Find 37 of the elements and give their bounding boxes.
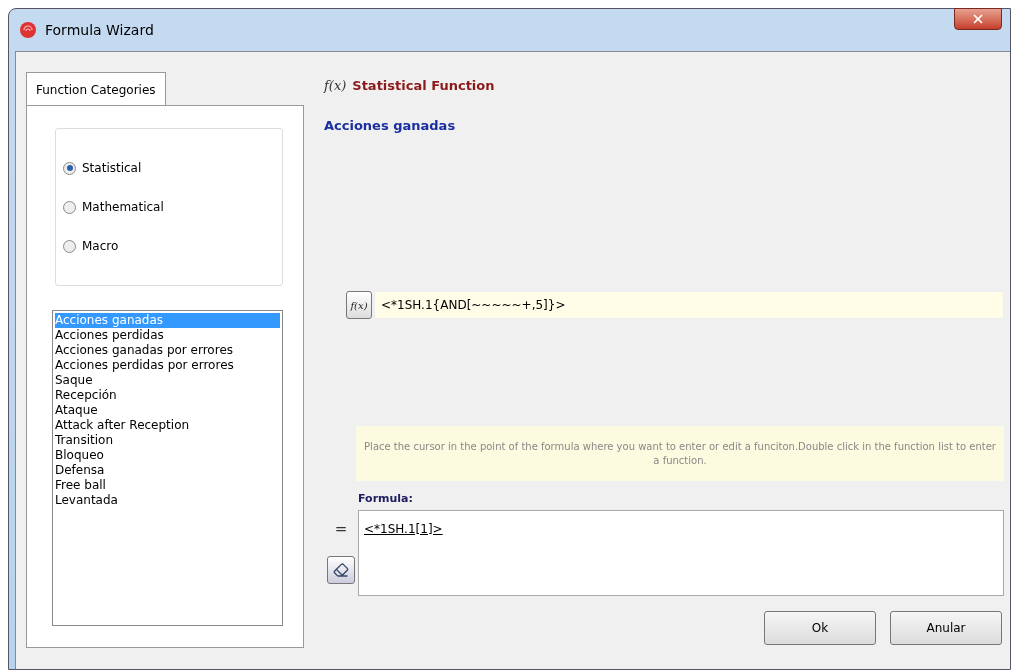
tab[interactable]: Function Categories: [26, 72, 166, 106]
section-title: Statistical Function: [352, 77, 495, 95]
radio-button[interactable]: [63, 239, 76, 253]
function-field[interactable]: <*1SH.1{AND[~~~~~+,5]}>: [374, 291, 1004, 319]
function-list-item[interactable]: Free ball: [55, 478, 280, 493]
eraser-button[interactable]: [327, 556, 355, 584]
formula-label: Formula:: [358, 491, 413, 507]
function-list-item[interactable]: Acciones perdidas por errores: [55, 358, 280, 373]
window-title: Formula Wizard: [45, 20, 154, 40]
function-list-item[interactable]: Ataque: [55, 403, 280, 418]
function-list-item[interactable]: Recepción: [55, 388, 280, 403]
formula-text: <*1SH.1[1]>: [364, 521, 443, 536]
function-list-item[interactable]: Attack after Reception: [55, 418, 280, 433]
app-logo-icon: [19, 21, 37, 39]
dialog-button[interactable]: Anular: [890, 610, 1002, 645]
radio-button[interactable]: [63, 200, 76, 214]
radio-label: Mathematical: [82, 199, 164, 216]
eraser-icon: [333, 562, 349, 578]
close-icon: [971, 12, 985, 26]
function-list-item[interactable]: Saque: [55, 373, 280, 388]
function-list-item[interactable]: Levantada: [55, 493, 280, 508]
radio-button[interactable]: [63, 161, 76, 175]
function-list-item[interactable]: Defensa: [55, 463, 280, 478]
function-list-item[interactable]: Acciones ganadas por errores: [55, 343, 280, 358]
equals-sign: =: [334, 518, 348, 540]
function-name: Acciones ganadas: [324, 116, 456, 135]
dialog-button[interactable]: Ok: [764, 610, 876, 645]
function-button[interactable]: f(x): [346, 291, 372, 319]
formula-field[interactable]: <*1SH.1[1]>: [358, 509, 1004, 596]
radio-label: Statistical: [82, 160, 142, 177]
function-icon: f(x): [324, 76, 347, 96]
radio-label: Macro: [82, 238, 119, 255]
function-list-item[interactable]: Bloqueo: [55, 448, 280, 463]
function-list-item[interactable]: Acciones perdidas: [55, 328, 280, 343]
close-button[interactable]: [954, 8, 1002, 30]
hint-box: Place the cursor in the point of the formula where you want to enter or edit a funciton.Double click in the function list to enter a function.: [356, 426, 1004, 481]
function-list-item[interactable]: Transition: [55, 433, 280, 448]
